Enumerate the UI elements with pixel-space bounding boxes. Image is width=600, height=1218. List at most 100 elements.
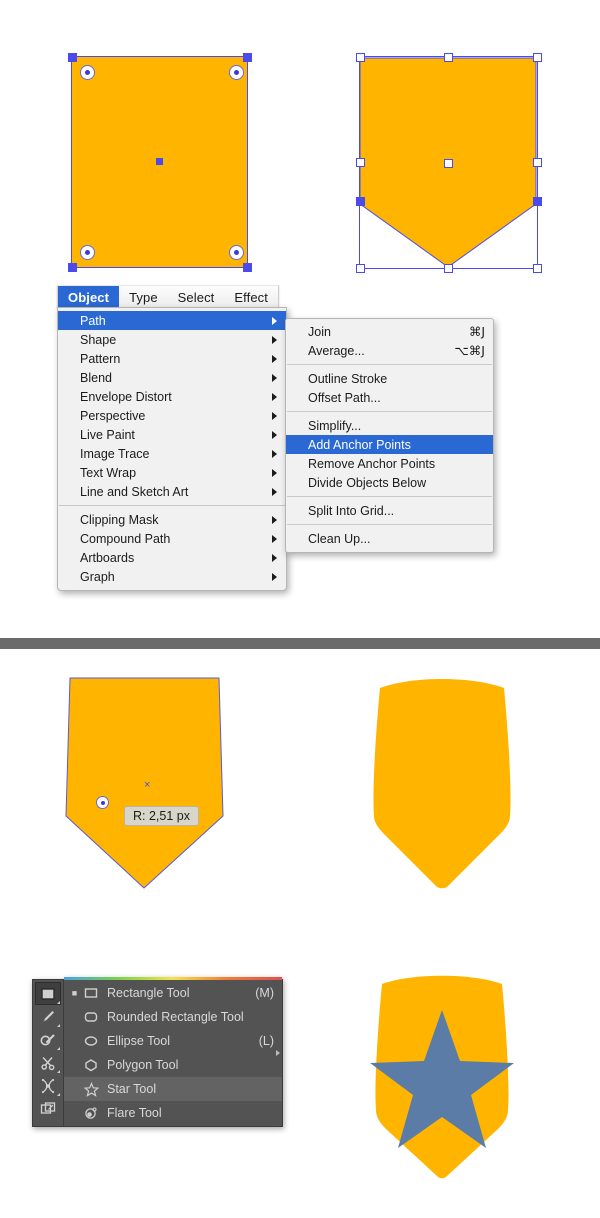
menu-item-artboards[interactable]: Artboards [58, 548, 286, 567]
menu-item-label: Compound Path [80, 531, 171, 546]
pentagon-anchor-left[interactable] [356, 197, 365, 206]
puppet-warp-tool-icon[interactable] [35, 1074, 61, 1097]
submenu-item-split-into-grid[interactable]: Split Into Grid... [286, 501, 493, 520]
radius-tooltip: R: 2,51 px [124, 806, 199, 826]
menu-item-image-trace[interactable]: Image Trace [58, 444, 286, 463]
menu-item-line-and-sketch-art[interactable]: Line and Sketch Art [58, 482, 286, 501]
pentagon-handle-br[interactable] [533, 264, 542, 273]
pentagon-anchor-right[interactable] [533, 197, 542, 206]
shaper-tool-icon[interactable] [35, 1028, 61, 1051]
corner-widget-tr[interactable] [229, 65, 244, 80]
pentagon-handle-tl[interactable] [356, 53, 365, 62]
submenu-item-outline-stroke[interactable]: Outline Stroke [286, 369, 493, 388]
submenu-arrow-icon [272, 392, 277, 401]
submenu-item-join[interactable]: Join ⌘J [286, 322, 493, 341]
submenu-item-label: Average... [308, 343, 365, 358]
submenu-arrow-icon [272, 449, 277, 458]
smooth-shield-shape[interactable] [352, 670, 532, 895]
rounded-rectangle-icon [81, 1010, 101, 1024]
rectangle-tool-icon[interactable] [35, 982, 61, 1005]
submenu-separator [287, 364, 492, 365]
menu-item-shape[interactable]: Shape [58, 330, 286, 349]
flare-icon [81, 1106, 101, 1120]
menu-item-compound-path[interactable]: Compound Path [58, 529, 286, 548]
corner-widget-active[interactable] [96, 796, 109, 809]
menubar-item-effect[interactable]: Effect [224, 286, 278, 308]
submenu-item-shortcut: ⌥⌘J [454, 343, 485, 358]
pentagon-handle-bl[interactable] [356, 264, 365, 273]
menu-item-text-wrap[interactable]: Text Wrap [58, 463, 286, 482]
submenu-item-clean-up[interactable]: Clean Up... [286, 529, 493, 548]
tool-item-label: Rounded Rectangle Tool [107, 1010, 244, 1024]
bbox-handle-bl[interactable] [68, 263, 77, 272]
submenu-arrow-icon [272, 515, 277, 524]
submenu-arrow-icon [272, 316, 277, 325]
bbox-handle-br[interactable] [243, 263, 252, 272]
tool-item-flare[interactable]: Flare Tool [64, 1101, 282, 1125]
flyout-triangle-icon [57, 1047, 60, 1050]
tearoff-arrow-icon[interactable] [276, 1050, 280, 1056]
tool-item-label: Rectangle Tool [107, 986, 190, 1000]
menu-item-perspective[interactable]: Perspective [58, 406, 286, 425]
menu-item-graph[interactable]: Graph [58, 567, 286, 586]
menubar-item-type[interactable]: Type [119, 286, 168, 308]
menu-separator [59, 505, 285, 506]
corner-widget-bl[interactable] [80, 245, 95, 260]
submenu-item-label: Add Anchor Points [308, 437, 411, 452]
submenu-separator [287, 524, 492, 525]
bbox-handle-tr[interactable] [243, 53, 252, 62]
bbox-handle-tl[interactable] [68, 53, 77, 62]
submenu-item-label: Offset Path... [308, 390, 381, 405]
path-submenu: Join ⌘J Average... ⌥⌘J Outline Stroke Of… [285, 318, 494, 553]
menu-item-label: Envelope Distort [80, 389, 172, 404]
submenu-item-label: Split Into Grid... [308, 503, 395, 518]
submenu-item-label: Simplify... [308, 418, 362, 433]
submenu-arrow-icon [272, 354, 277, 363]
menubar-item-object[interactable]: Object [58, 286, 120, 308]
star-icon [81, 1081, 101, 1097]
tool-item-rounded-rectangle[interactable]: Rounded Rectangle Tool [64, 1005, 282, 1029]
menu-item-label: Text Wrap [80, 465, 137, 480]
submenu-item-average[interactable]: Average... ⌥⌘J [286, 341, 493, 360]
pentagon-handle-mr[interactable] [533, 158, 542, 167]
submenu-item-simplify[interactable]: Simplify... [286, 416, 493, 435]
menu-item-pattern[interactable]: Pattern [58, 349, 286, 368]
corner-widget-br[interactable] [229, 245, 244, 260]
menubar-item-select[interactable]: Select [168, 286, 225, 308]
submenu-item-offset-path[interactable]: Offset Path... [286, 388, 493, 407]
submenu-arrow-icon [272, 534, 277, 543]
pentagon-handle-tm[interactable] [444, 53, 453, 62]
submenu-arrow-icon [272, 411, 277, 420]
submenu-item-divide-objects-below[interactable]: Divide Objects Below [286, 473, 493, 492]
tool-item-ellipse[interactable]: Ellipse Tool (L) [64, 1029, 282, 1053]
menu-item-envelope-distort[interactable]: Envelope Distort [58, 387, 286, 406]
pentagon-handle-tr[interactable] [533, 53, 542, 62]
menu-item-blend[interactable]: Blend [58, 368, 286, 387]
menu-item-label: Blend [80, 370, 112, 385]
artboard-tool-icon[interactable] [35, 1097, 61, 1120]
menu-item-label: Artboards [80, 550, 135, 565]
submenu-item-remove-anchor-points[interactable]: Remove Anchor Points [286, 454, 493, 473]
pentagon-handle-bm[interactable] [444, 264, 453, 273]
tool-item-polygon[interactable]: Polygon Tool [64, 1053, 282, 1077]
paintbrush-tool-icon[interactable] [35, 1005, 61, 1028]
scissors-tool-icon[interactable] [35, 1051, 61, 1074]
flyout-triangle-icon [57, 1024, 60, 1027]
corner-widget-tl[interactable] [80, 65, 95, 80]
illustrator-tutorial-canvas: Object Type Select Effect Path Shape Pat… [0, 0, 600, 1218]
flyout-triangle-icon [57, 1093, 60, 1096]
menu-item-label: Shape [80, 332, 117, 347]
tool-item-rectangle[interactable]: ■ Rectangle Tool (M) [64, 981, 282, 1005]
submenu-item-add-anchor-points[interactable]: Add Anchor Points [286, 435, 493, 454]
menu-item-clipping-mask[interactable]: Clipping Mask [58, 510, 286, 529]
polygon-icon [81, 1058, 101, 1072]
submenu-arrow-icon [272, 335, 277, 344]
menu-item-live-paint[interactable]: Live Paint [58, 425, 286, 444]
tool-item-label: Polygon Tool [107, 1058, 179, 1072]
tool-item-star[interactable]: Star Tool [64, 1077, 282, 1101]
pentagon-handle-ml[interactable] [356, 158, 365, 167]
shield-with-star-shape[interactable] [352, 968, 532, 1183]
menu-item-path[interactable]: Path [58, 311, 286, 330]
submenu-arrow-icon [272, 468, 277, 477]
menu-item-label: Line and Sketch Art [80, 484, 189, 499]
